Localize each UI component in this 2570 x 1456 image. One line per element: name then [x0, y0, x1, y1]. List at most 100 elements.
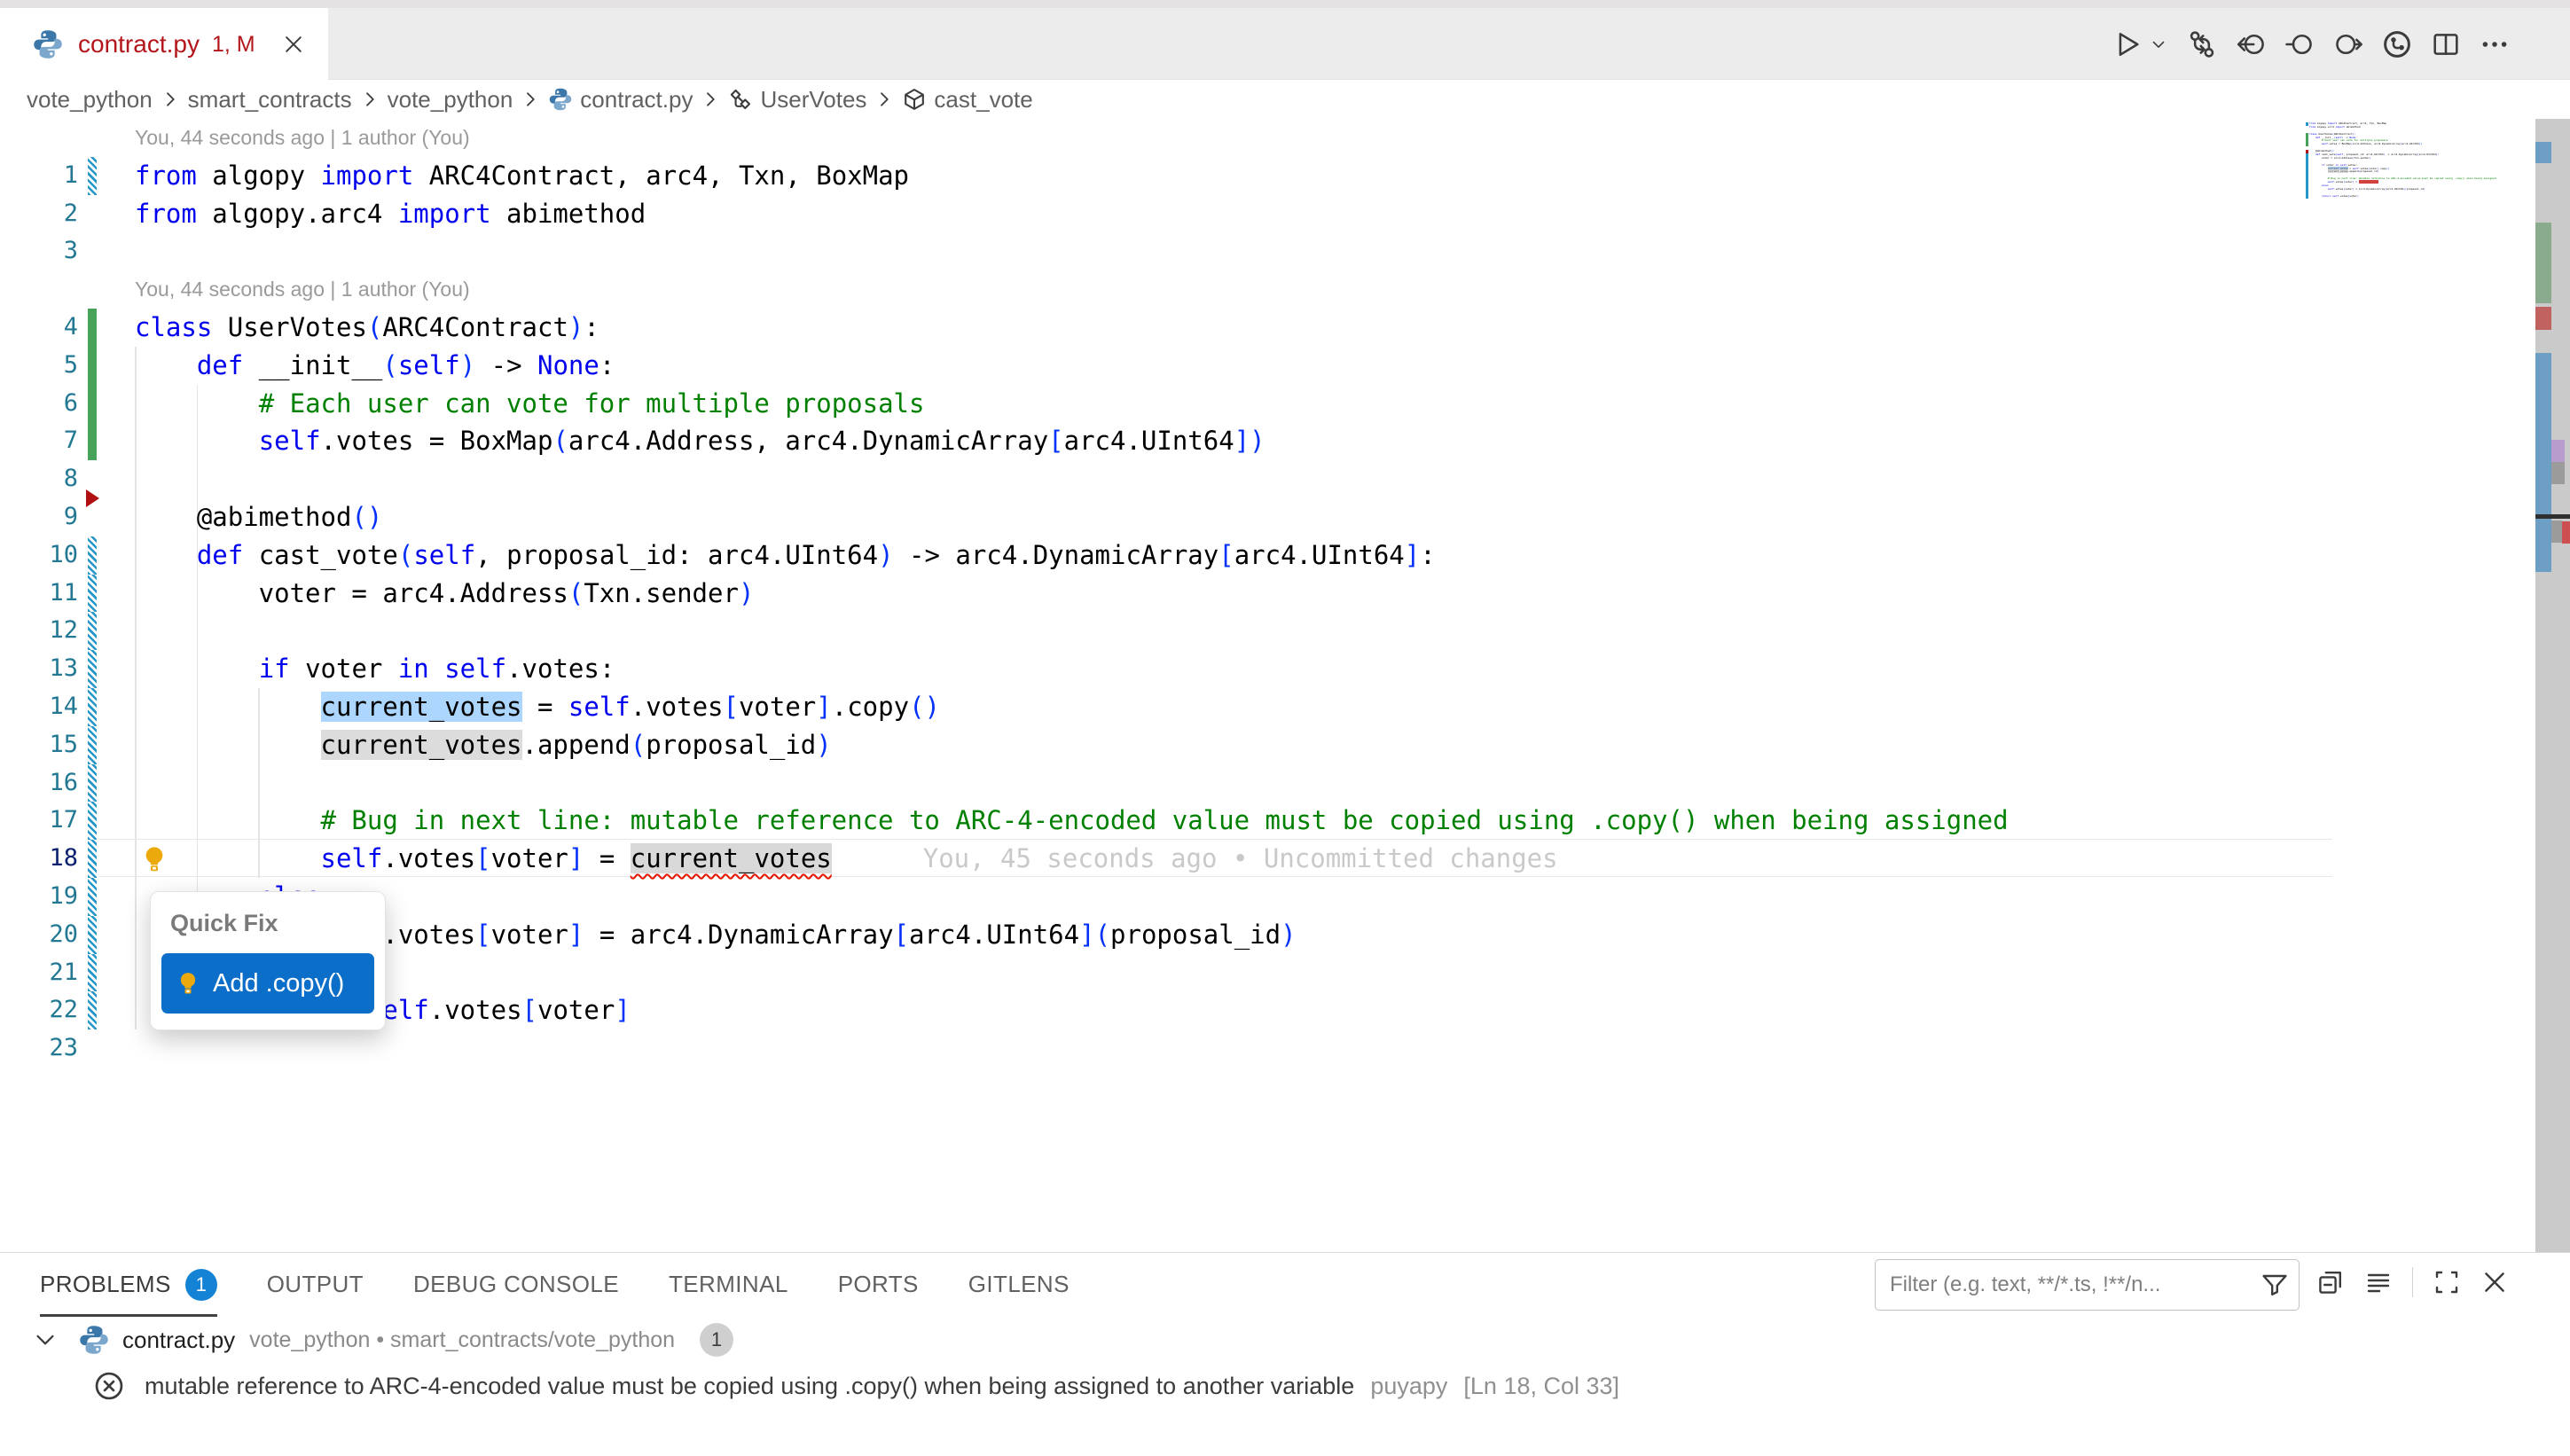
commit-graph-icon[interactable]: [2382, 29, 2412, 59]
breadcrumb-item-cast_vote[interactable]: cast_vote: [902, 86, 1032, 114]
token: [135, 654, 259, 684]
git-gutter-modified-icon[interactable]: [88, 575, 97, 613]
problems-file-group-row[interactable]: contract.py vote_python • smart_contract…: [0, 1317, 2570, 1363]
code-line-18[interactable]: 18 self.votes[voter] = current_votesYou,…: [0, 840, 2332, 878]
view-as-table-icon[interactable]: [2364, 1268, 2393, 1296]
breadcrumb-item-vote_python[interactable]: vote_python: [27, 86, 153, 114]
code-line-5[interactable]: 5 def __init__(self) -> None:: [0, 347, 2332, 385]
git-gutter-modified-icon[interactable]: [88, 878, 97, 916]
git-gutter-added-icon[interactable]: [88, 309, 97, 347]
git-gutter-modified-icon[interactable]: [88, 916, 97, 954]
problem-row[interactable]: mutable reference to ARC-4-encoded value…: [0, 1363, 2570, 1409]
minimap[interactable]: from algopy import ARC4Contract, arc4, T…: [2309, 122, 2487, 201]
token: [135, 805, 321, 835]
code-line-16[interactable]: 16: [0, 764, 2332, 802]
git-gutter-added-icon[interactable]: [88, 422, 97, 460]
token: ]): [1234, 426, 1265, 456]
line-number: 11: [0, 575, 78, 613]
code-line-11[interactable]: 11 voter = arc4.Address(Txn.sender): [0, 575, 2332, 613]
next-change-icon[interactable]: [2333, 29, 2363, 59]
line-number: 10: [0, 536, 78, 575]
minimap-token: ): [2378, 169, 2379, 173]
tab-contract-py[interactable]: contract.py 1, M: [0, 8, 328, 81]
chevron-down-icon[interactable]: [32, 1327, 59, 1353]
git-gutter-modified-icon[interactable]: [88, 840, 97, 878]
code-line-13[interactable]: 13 if voter in self.votes:: [0, 650, 2332, 688]
git-gutter-modified-icon[interactable]: [88, 726, 97, 764]
token: :: [599, 350, 615, 380]
run-python-file-icon[interactable]: [2112, 29, 2143, 59]
quick-fix-add-copy-action[interactable]: Add .copy(): [161, 953, 374, 1014]
git-gutter-modified-icon[interactable]: [88, 764, 97, 802]
breadcrumb-item-vote_python[interactable]: vote_python: [388, 86, 513, 114]
code-text: # Bug in next line: mutable reference to…: [135, 802, 2009, 840]
minimap-token: arc4.Address, arc4.DynamicArray: [2353, 142, 2401, 145]
token: ): [878, 540, 893, 570]
breadcrumb-item-smart_contracts[interactable]: smart_contracts: [188, 86, 352, 114]
code-text: from algopy import ARC4Contract, arc4, T…: [135, 157, 909, 195]
codelens-blame[interactable]: You, 44 seconds ago | 1 author (You): [0, 119, 2332, 157]
maximize-panel-icon[interactable]: [2433, 1268, 2461, 1296]
code-line-8[interactable]: 8: [0, 460, 2332, 498]
run-options-chevron-icon[interactable]: [2149, 29, 2168, 59]
code-line-17[interactable]: 17 # Bug in next line: mutable reference…: [0, 802, 2332, 840]
panel-tab-debug-console[interactable]: DEBUG CONSOLE: [413, 1253, 619, 1317]
code-line-4[interactable]: 4class UserVotes(ARC4Contract):: [0, 309, 2332, 347]
token: from: [135, 199, 197, 229]
git-gutter-modified-icon[interactable]: [88, 688, 97, 726]
lightbulb-icon: [176, 971, 200, 996]
token: (: [631, 730, 646, 760]
code-editor[interactable]: You, 44 seconds ago | 1 author (You)1fro…: [0, 119, 2570, 1252]
split-editor-icon[interactable]: [2431, 29, 2461, 59]
chevron-right-icon: [700, 89, 721, 110]
close-icon[interactable]: [282, 33, 305, 56]
breadcrumb-item-contract.py[interactable]: contract.py: [548, 86, 693, 114]
git-gutter-deleted-icon[interactable]: [86, 489, 99, 507]
breadcrumb-label: UserVotes: [760, 86, 866, 114]
panel-tab-gitlens[interactable]: GITLENS: [968, 1253, 1070, 1317]
panel-tab-output[interactable]: OUTPUT: [267, 1253, 364, 1317]
git-gutter-modified-icon[interactable]: [88, 650, 97, 688]
compare-changes-icon[interactable]: [2187, 29, 2217, 59]
minimap-token: = arc4.DynamicArray: [2355, 187, 2386, 191]
lightbulb-icon[interactable]: [140, 845, 168, 873]
filter-input[interactable]: [1875, 1259, 2300, 1311]
git-gutter-modified-icon[interactable]: [88, 802, 97, 840]
collapse-all-icon[interactable]: [2316, 1268, 2345, 1296]
git-gutter-modified-icon[interactable]: [88, 991, 97, 1029]
git-gutter-modified-icon[interactable]: [88, 612, 97, 650]
code-line-14[interactable]: 14 current_votes = self.votes[voter].cop…: [0, 688, 2332, 726]
close-panel-icon[interactable]: [2480, 1268, 2509, 1296]
codelens-blame[interactable]: You, 44 seconds ago | 1 author (You): [0, 270, 2332, 309]
code-line-6[interactable]: 6 # Each user can vote for multiple prop…: [0, 385, 2332, 423]
git-gutter-modified-icon[interactable]: [88, 954, 97, 992]
panel-tab-ports[interactable]: PORTS: [838, 1253, 919, 1317]
breadcrumb-item-UserVotes[interactable]: UserVotes: [728, 86, 866, 114]
more-actions-icon[interactable]: [2480, 29, 2510, 59]
git-gutter-added-icon[interactable]: [88, 347, 97, 385]
ruler-occurrence-mark: [2551, 521, 2562, 543]
minimap-token: current_votes: [2359, 180, 2379, 184]
ruler-selection-mark: [2551, 440, 2565, 462]
git-gutter-modified-icon[interactable]: [88, 536, 97, 575]
git-gutter-added-icon[interactable]: [88, 385, 97, 423]
git-gutter-modified-icon[interactable]: [88, 157, 97, 195]
previous-change-icon[interactable]: [2284, 29, 2315, 59]
code-line-1[interactable]: 1from algopy import ARC4Contract, arc4, …: [0, 157, 2332, 195]
code-line-15[interactable]: 15 current_votes.append(proposal_id): [0, 726, 2332, 764]
overview-ruler[interactable]: [2535, 119, 2570, 1252]
panel-tab-problems[interactable]: PROBLEMS1: [40, 1253, 217, 1317]
minimap-token: current_votes: [2328, 169, 2348, 173]
code-line-3[interactable]: 3: [0, 232, 2332, 270]
ruler-deleted-mark: [2535, 307, 2551, 330]
panel-tab-terminal[interactable]: TERMINAL: [669, 1253, 788, 1317]
token: arc4.UInt64: [1234, 540, 1405, 570]
token: =: [522, 692, 568, 722]
code-line-2[interactable]: 2from algopy.arc4 import abimethod: [0, 195, 2332, 233]
code-line-23[interactable]: 23: [0, 1029, 2332, 1068]
code-line-12[interactable]: 12: [0, 612, 2332, 650]
go-back-change-icon[interactable]: [2236, 29, 2266, 59]
code-line-10[interactable]: 10 def cast_vote(self, proposal_id: arc4…: [0, 536, 2332, 575]
code-line-7[interactable]: 7 self.votes = BoxMap(arc4.Address, arc4…: [0, 422, 2332, 460]
code-line-9[interactable]: 9 @abimethod(): [0, 498, 2332, 536]
